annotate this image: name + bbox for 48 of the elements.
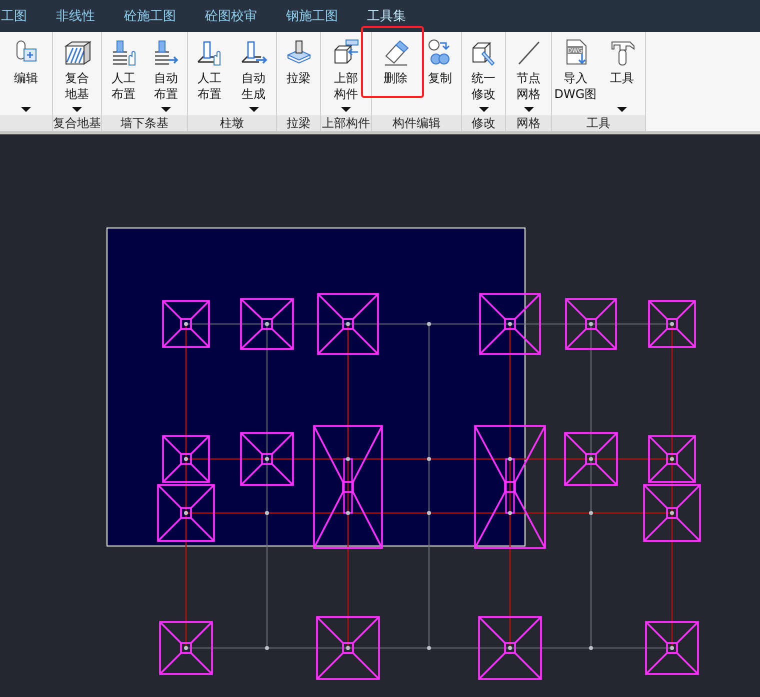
hatched-block-icon (63, 38, 91, 66)
button-label: 人工 (112, 70, 136, 86)
button-label: 拉梁 (286, 70, 310, 86)
group-label: 复合地基 (53, 114, 101, 132)
button-label: 导入 (564, 70, 588, 86)
cube-arrow-icon (332, 38, 360, 66)
button-label: 人工 (198, 70, 222, 86)
button-label: 生成 (242, 86, 266, 102)
ribbon-tab[interactable]: 钢施工图 (286, 7, 338, 25)
button-label: 工具 (610, 70, 634, 86)
button-label: DWG图 (554, 86, 597, 102)
ribbon-button[interactable]: 人工 布置 (188, 32, 231, 115)
ribbon-button[interactable]: 拉梁 (277, 32, 320, 115)
stack-arrow-icon (152, 38, 180, 66)
ribbon-button[interactable]: 复合 地基 (53, 32, 101, 115)
button-label: 自动 (154, 70, 178, 86)
button-label: 复合 (65, 70, 89, 86)
group-label: 柱墩 (220, 114, 244, 132)
pier-icon (284, 38, 312, 66)
ribbon-tab[interactable]: 工图 (1, 7, 27, 25)
button-label: 修改 (472, 86, 496, 102)
ribbon-tab[interactable]: 工具集 (367, 7, 406, 25)
ribbon-button[interactable]: 删除 (372, 32, 419, 115)
group-label: 构件编辑 (392, 114, 440, 132)
group-label: 修改 (472, 114, 496, 132)
button-label: 复制 (428, 70, 452, 86)
ribbon-tab[interactable]: 砼施工图 (124, 7, 176, 25)
button-label: 地基 (65, 86, 89, 102)
ribbon-button[interactable]: 人工 布置 (102, 32, 145, 115)
button-label: 删除 (384, 70, 408, 86)
group-label: 上部构件 (322, 114, 370, 132)
button-label: 自动 (242, 70, 266, 86)
button-label: 构件 (334, 86, 358, 102)
button-label: 布置 (154, 86, 178, 102)
ribbon-tab[interactable]: 非线性 (56, 7, 95, 25)
ribbon-tab[interactable]: 砼图校审 (205, 7, 257, 25)
button-label: 上部 (334, 70, 358, 86)
button-label: 布置 (112, 86, 136, 102)
group-label: 墙下条基 (120, 114, 168, 132)
button-label: 网格 (516, 86, 540, 102)
button-label: 编辑 (14, 70, 38, 86)
group-label: 工具 (586, 114, 610, 132)
ribbon-button[interactable]: 复制 (419, 32, 461, 115)
button-label: 布置 (198, 86, 222, 102)
button-label: 统一 (472, 70, 496, 86)
group-label: 拉梁 (286, 114, 310, 132)
button-label: 节点 (516, 70, 540, 86)
group-label: 网格 (516, 114, 540, 132)
